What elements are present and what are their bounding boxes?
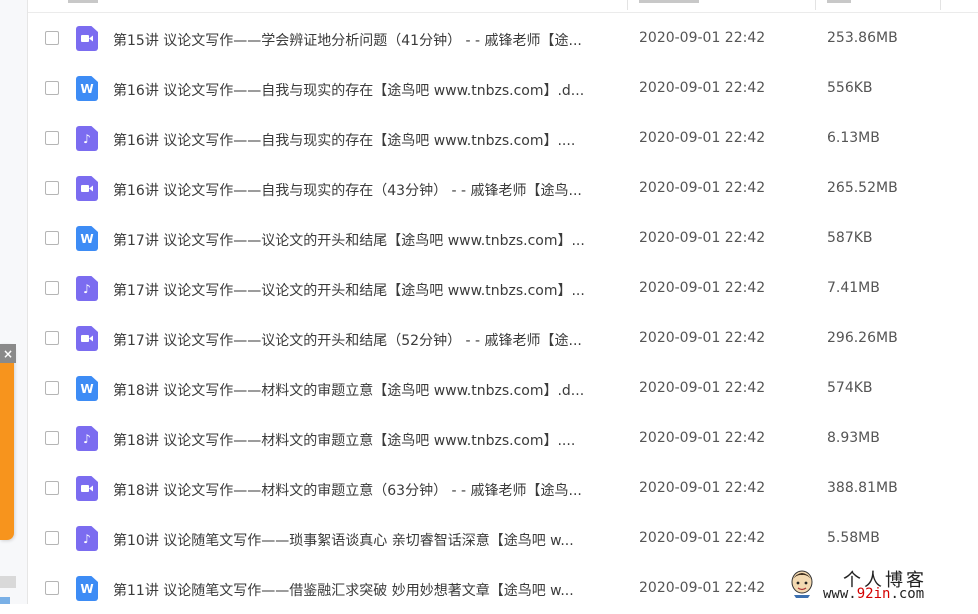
file-modified-date: 2020-09-01 22:42 xyxy=(639,130,766,146)
row-checkbox[interactable] xyxy=(45,181,59,195)
file-row[interactable]: 第15讲 议论文写作——学会辨证地分析问题（41分钟） - - 戚锋老师【途..… xyxy=(28,14,978,64)
watermark: 个人博客 www.92in.com xyxy=(783,566,978,604)
row-checkbox[interactable] xyxy=(45,481,59,495)
file-size: 388.81MB xyxy=(827,480,898,496)
file-row[interactable]: ♪ 第10讲 议论随笔文写作——琐事絮语谈真心 亲切睿智话深意【途鸟吧 w... 2… xyxy=(28,514,978,564)
file-size: 253.86MB xyxy=(827,30,898,46)
file-name[interactable]: 第18讲 议论文写作——材料文的审题立意（63分钟） - - 戚锋老师【途鸟..… xyxy=(113,480,633,500)
header-name-fragment[interactable] xyxy=(68,0,98,3)
sidebar-storage-bar xyxy=(0,576,16,588)
word-file-icon: W xyxy=(76,576,98,601)
row-checkbox[interactable] xyxy=(45,231,59,245)
video-file-icon xyxy=(76,476,98,501)
file-name[interactable]: 第10讲 议论随笔文写作——琐事絮语谈真心 亲切睿智话深意【途鸟吧 w... xyxy=(113,530,633,550)
row-checkbox[interactable] xyxy=(45,331,59,345)
file-row[interactable]: W 第16讲 议论文写作——自我与现实的存在【途鸟吧 www.tnbzs.com】… xyxy=(28,64,978,114)
row-checkbox[interactable] xyxy=(45,81,59,95)
file-size: 556KB xyxy=(827,80,873,96)
file-size: 8.93MB xyxy=(827,430,880,446)
file-modified-date: 2020-09-01 22:42 xyxy=(639,80,766,96)
file-size: 7.41MB xyxy=(827,280,880,296)
header-date-fragment[interactable] xyxy=(639,0,699,3)
audio-file-icon: ♪ xyxy=(76,276,98,301)
row-checkbox[interactable] xyxy=(45,31,59,45)
file-row[interactable]: 第16讲 议论文写作——自我与现实的存在（43分钟） - - 戚锋老师【途鸟..… xyxy=(28,164,978,214)
header-size-fragment[interactable] xyxy=(827,0,851,3)
file-list-header xyxy=(28,0,978,13)
file-name[interactable]: 第17讲 议论文写作——议论文的开头和结尾【途鸟吧 www.tnbzs.com】… xyxy=(113,230,633,250)
file-modified-date: 2020-09-01 22:42 xyxy=(639,530,766,546)
file-name[interactable]: 第16讲 议论文写作——自我与现实的存在【途鸟吧 www.tnbzs.com】.… xyxy=(113,130,633,150)
file-modified-date: 2020-09-01 22:42 xyxy=(639,380,766,396)
watermark-url: www.92in.com xyxy=(823,586,925,602)
file-size: 574KB xyxy=(827,380,873,396)
file-modified-date: 2020-09-01 22:42 xyxy=(639,330,766,346)
file-row[interactable]: W 第17讲 议论文写作——议论文的开头和结尾【途鸟吧 www.tnbzs.com… xyxy=(28,214,978,264)
audio-file-icon: ♪ xyxy=(76,126,98,151)
file-modified-date: 2020-09-01 22:42 xyxy=(639,30,766,46)
word-file-icon: W xyxy=(76,76,98,101)
cartoon-face-icon xyxy=(791,570,813,598)
file-row[interactable]: ♪ 第17讲 议论文写作——议论文的开头和结尾【途鸟吧 www.tnbzs.com… xyxy=(28,264,978,314)
file-size: 265.52MB xyxy=(827,180,898,196)
row-checkbox[interactable] xyxy=(45,281,59,295)
header-separator xyxy=(815,0,816,10)
file-row[interactable]: 第17讲 议论文写作——议论文的开头和结尾（52分钟） - - 戚锋老师【途..… xyxy=(28,314,978,364)
file-name[interactable]: 第11讲 议论随笔文写作——借鉴融汇求突破 妙用妙想著文章【途鸟吧 w... xyxy=(113,580,633,600)
audio-file-icon: ♪ xyxy=(76,426,98,451)
file-size: 296.26MB xyxy=(827,330,898,346)
row-checkbox[interactable] xyxy=(45,531,59,545)
file-modified-date: 2020-09-01 22:42 xyxy=(639,580,766,596)
word-file-icon: W xyxy=(76,226,98,251)
word-file-icon: W xyxy=(76,376,98,401)
promo-banner[interactable] xyxy=(0,344,14,540)
audio-file-icon: ♪ xyxy=(76,526,98,551)
sidebar-indicator xyxy=(0,597,10,604)
file-modified-date: 2020-09-01 22:42 xyxy=(639,230,766,246)
video-file-icon xyxy=(76,176,98,201)
file-name[interactable]: 第17讲 议论文写作——议论文的开头和结尾（52分钟） - - 戚锋老师【途..… xyxy=(113,330,633,350)
video-file-icon xyxy=(76,26,98,51)
file-name[interactable]: 第15讲 议论文写作——学会辨证地分析问题（41分钟） - - 戚锋老师【途..… xyxy=(113,30,633,50)
file-list: 第15讲 议论文写作——学会辨证地分析问题（41分钟） - - 戚锋老师【途..… xyxy=(28,14,978,614)
row-checkbox[interactable] xyxy=(45,581,59,595)
header-separator xyxy=(627,0,628,10)
file-size: 6.13MB xyxy=(827,130,880,146)
file-row[interactable]: ♪ 第16讲 议论文写作——自我与现实的存在【途鸟吧 www.tnbzs.com】… xyxy=(28,114,978,164)
header-separator xyxy=(940,0,941,10)
file-size: 5.58MB xyxy=(827,530,880,546)
file-name[interactable]: 第18讲 议论文写作——材料文的审题立意【途鸟吧 www.tnbzs.com】.… xyxy=(113,380,633,400)
file-name[interactable]: 第18讲 议论文写作——材料文的审题立意【途鸟吧 www.tnbzs.com】.… xyxy=(113,430,633,450)
file-row[interactable]: ♪ 第18讲 议论文写作——材料文的审题立意【途鸟吧 www.tnbzs.com】… xyxy=(28,414,978,464)
file-modified-date: 2020-09-01 22:42 xyxy=(639,280,766,296)
file-row[interactable]: 第18讲 议论文写作——材料文的审题立意（63分钟） - - 戚锋老师【途鸟..… xyxy=(28,464,978,514)
file-name[interactable]: 第16讲 议论文写作——自我与现实的存在【途鸟吧 www.tnbzs.com】.… xyxy=(113,80,633,100)
file-modified-date: 2020-09-01 22:42 xyxy=(639,180,766,196)
video-file-icon xyxy=(76,326,98,351)
row-checkbox[interactable] xyxy=(45,131,59,145)
file-modified-date: 2020-09-01 22:42 xyxy=(639,430,766,446)
row-checkbox[interactable] xyxy=(45,381,59,395)
file-name[interactable]: 第16讲 议论文写作——自我与现实的存在（43分钟） - - 戚锋老师【途鸟..… xyxy=(113,180,633,200)
file-name[interactable]: 第17讲 议论文写作——议论文的开头和结尾【途鸟吧 www.tnbzs.com】… xyxy=(113,280,633,300)
file-modified-date: 2020-09-01 22:42 xyxy=(639,480,766,496)
row-checkbox[interactable] xyxy=(45,431,59,445)
file-row[interactable]: W 第18讲 议论文写作——材料文的审题立意【途鸟吧 www.tnbzs.com】… xyxy=(28,364,978,414)
file-size: 587KB xyxy=(827,230,873,246)
promo-close-button[interactable]: × xyxy=(0,344,16,363)
